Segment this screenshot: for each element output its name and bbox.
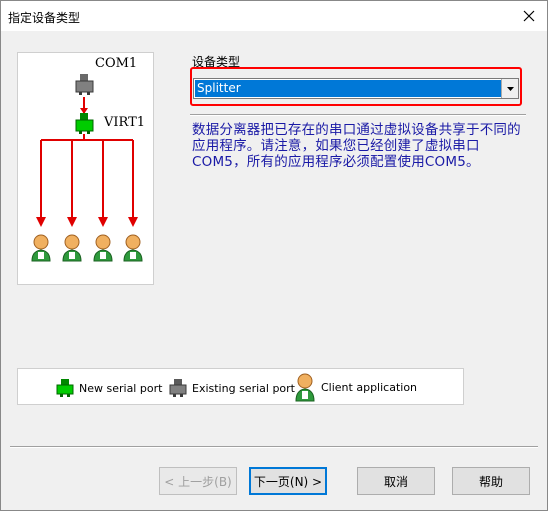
close-icon [523,10,535,22]
help-button[interactable]: 帮助 [452,467,530,495]
device-type-selected-value: Splitter [195,80,501,97]
legend-new-port-label: New serial port [79,381,163,395]
client-app-icons [31,234,143,262]
next-button[interactable]: 下一页(N) > [249,467,327,495]
client-app-icon [295,373,315,402]
splitter-diagram: COM1 VIRT1 [17,52,154,285]
com-port-label: COM1 [95,56,138,71]
new-port-icon [75,113,94,134]
title-bar: 指定设备类型 [1,1,547,31]
legend-existing-port: Existing serial port [168,378,295,398]
close-button[interactable] [511,1,547,31]
legend: New serial port Existing serial port Cli… [17,368,464,405]
device-type-description: 数据分离器把已存在的串口通过虚拟设备共享于不同的应用程序。请注意，如果您已经创建… [192,122,521,170]
section-divider [190,114,526,116]
back-button[interactable]: < 上一步(B) [159,467,237,495]
legend-existing-port-label: Existing serial port [192,381,295,395]
existing-port-icon [75,74,94,95]
diagram-graphic [31,74,143,262]
existing-port-icon [169,379,187,397]
cancel-button[interactable]: 取消 [357,467,435,495]
footer-divider [10,446,538,448]
device-type-select[interactable]: Splitter [193,78,519,99]
new-port-icon [56,379,74,397]
dropdown-button[interactable] [501,79,518,98]
window-title: 指定设备类型 [8,11,81,25]
legend-new-port: New serial port [55,378,162,398]
virtual-port-label: VIRT1 [104,115,146,130]
chevron-down-icon [506,86,514,91]
legend-client-app: Client application [293,372,417,402]
legend-client-app-label: Client application [321,380,418,394]
